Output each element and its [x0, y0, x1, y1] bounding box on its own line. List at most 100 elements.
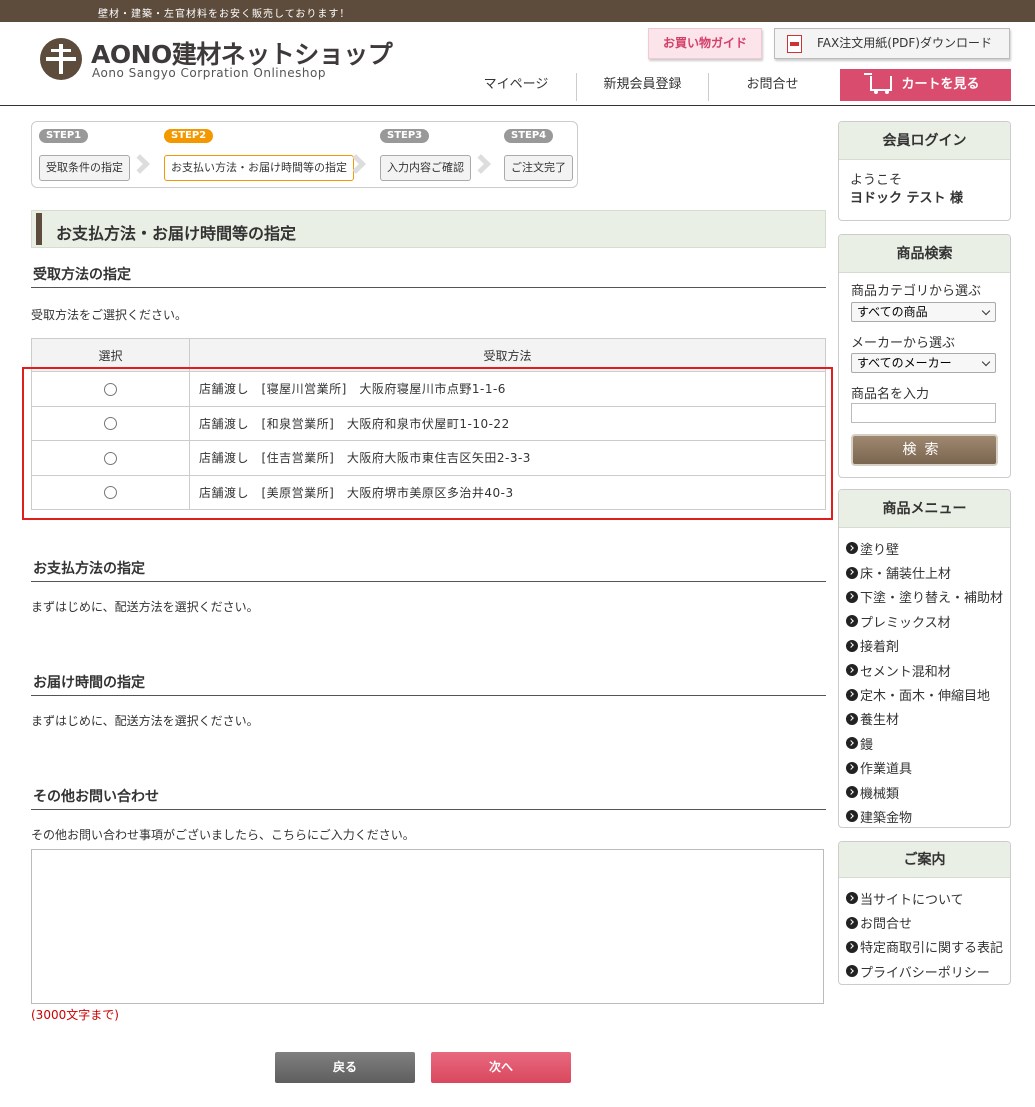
- guide-title: ご案内: [839, 842, 1010, 878]
- menu-item-label: 作業道具: [860, 762, 913, 778]
- menu-item[interactable]: 塗り壁: [846, 536, 1010, 560]
- product-name-label: 商品名を入力: [851, 387, 930, 402]
- menu-item[interactable]: 床・舗装仕上材: [846, 560, 1010, 584]
- chevron-right-icon: [130, 154, 150, 174]
- payment-section-title: お支払方法の指定: [31, 558, 826, 582]
- menu-item-label: プレミックス材: [860, 615, 951, 631]
- arrow-circle-icon: [846, 761, 858, 774]
- chevron-right-icon: [471, 154, 491, 174]
- arrow-circle-icon: [846, 810, 858, 823]
- menu-item-label: セメント混和材: [860, 664, 951, 680]
- menu-item-label: 定木・面木・伸縮目地: [860, 689, 991, 705]
- view-cart-button[interactable]: カートを見る: [840, 69, 1011, 101]
- arrow-circle-icon: [846, 892, 858, 905]
- next-button[interactable]: 次へ: [431, 1052, 571, 1083]
- menu-item[interactable]: プレミックス材: [846, 609, 1010, 633]
- selection-highlight-frame: [22, 367, 833, 520]
- menu-item-label: 鏝: [860, 737, 874, 753]
- product-search-box: 商品検索 商品カテゴリから選ぶ すべての商品 メーカーから選ぶ すべてのメーカー…: [838, 234, 1011, 478]
- step-label-2: お支払い方法・お届け時間等の指定: [164, 155, 354, 181]
- maker-label: メーカーから選ぶ: [851, 336, 956, 351]
- product-menu-box: 商品メニュー 塗り壁 床・舗装仕上材 下塗・塗り替え・補助材 プレミックス材 接…: [838, 489, 1011, 828]
- arrow-circle-icon: [846, 664, 858, 677]
- char-limit-note: (3000文字まで): [31, 1008, 119, 1022]
- menu-item-label: 機械類: [860, 786, 900, 802]
- menu-item[interactable]: 作業道具: [846, 756, 1010, 780]
- category-select-value: すべての商品: [857, 305, 928, 319]
- step-label-3: 入力内容ご確認: [380, 155, 471, 181]
- arrow-circle-icon: [846, 542, 858, 555]
- arrow-circle-icon: [846, 940, 858, 953]
- inquiry-section-title: その他お問い合わせ: [31, 786, 826, 810]
- guide-item[interactable]: 当サイトについて: [846, 886, 1010, 910]
- product-menu-title: 商品メニュー: [839, 490, 1010, 528]
- arrow-circle-icon: [846, 712, 858, 725]
- arrow-circle-icon: [846, 786, 858, 799]
- menu-item-label: 下塗・塗り替え・補助材: [860, 591, 1004, 607]
- delivery-time-section-title: お届け時間の指定: [31, 672, 826, 696]
- menu-item[interactable]: 養生材: [846, 707, 1010, 731]
- menu-item[interactable]: 下塗・塗り替え・補助材: [846, 585, 1010, 609]
- fax-download-button[interactable]: FAX注文用紙(PDF)ダウンロード: [774, 28, 1010, 59]
- guide-item[interactable]: 特定商取引に関する表記: [846, 935, 1010, 959]
- menu-item[interactable]: 鏝: [846, 731, 1010, 755]
- category-select[interactable]: すべての商品: [851, 302, 996, 322]
- inquiry-textarea[interactable]: [31, 849, 824, 1004]
- menu-item[interactable]: 接着剤: [846, 634, 1010, 658]
- user-name: ヨドック テスト 様: [850, 191, 964, 206]
- step-label-1: 受取条件の指定: [39, 155, 130, 181]
- menu-item[interactable]: セメント混和材: [846, 658, 1010, 682]
- search-button[interactable]: 検索: [851, 434, 998, 466]
- cart-icon: [864, 73, 892, 94]
- logo-subtitle: Aono Sangyo Corpration Onlineshop: [92, 66, 326, 80]
- guide-item[interactable]: お問合せ: [846, 910, 1010, 934]
- step-tag-4: STEP4: [504, 129, 554, 143]
- welcome-text: ようこそ: [850, 173, 903, 188]
- receive-section-title: 受取方法の指定: [31, 264, 826, 288]
- tagline: 壁材・建築・左官材料をお安く販売しております！: [98, 9, 351, 20]
- menu-item-label: 養生材: [860, 713, 900, 729]
- step-tag-1: STEP1: [39, 129, 89, 143]
- page-title: お支払方法・お届け時間等の指定: [31, 210, 826, 248]
- top-bar: 壁材・建築・左官材料をお安く販売しております！: [0, 0, 1035, 22]
- payment-section-desc: まずはじめに、配送方法を選択ください。: [31, 600, 259, 614]
- category-label: 商品カテゴリから選ぶ: [851, 284, 982, 299]
- maker-select-value: すべてのメーカー: [857, 356, 952, 370]
- maker-select[interactable]: すべてのメーカー: [851, 353, 996, 373]
- logo-icon[interactable]: [40, 38, 82, 80]
- arrow-circle-icon: [846, 639, 858, 652]
- product-name-input[interactable]: [851, 403, 996, 423]
- nav-register[interactable]: 新規会員登録: [576, 73, 708, 101]
- menu-item[interactable]: 建築金物: [846, 804, 1010, 828]
- page-title-text: お支払方法・お届け時間等の指定: [56, 224, 297, 243]
- guide-item[interactable]: プライバシーポリシー: [846, 959, 1010, 983]
- arrow-circle-icon: [846, 965, 858, 978]
- nav-mypage[interactable]: マイページ: [456, 73, 576, 101]
- inquiry-section-desc: その他お問い合わせ事項がございましたら、こちらにご入力ください。: [31, 828, 415, 842]
- menu-item-label: 接着剤: [860, 640, 900, 656]
- chevron-down-icon: [981, 357, 991, 367]
- chevron-down-icon: [981, 306, 991, 316]
- arrow-circle-icon: [846, 615, 858, 628]
- product-menu-list: 塗り壁 床・舗装仕上材 下塗・塗り替え・補助材 プレミックス材 接着剤 セメント…: [839, 528, 1010, 829]
- guide-item-label: 当サイトについて: [860, 892, 964, 908]
- back-button[interactable]: 戻る: [275, 1052, 415, 1083]
- guide-list: 当サイトについて お問合せ 特定商取引に関する表記 プライバシーポリシー: [839, 878, 1010, 984]
- shopping-guide-button[interactable]: お買い物ガイド: [648, 28, 762, 59]
- arrow-circle-icon: [846, 916, 858, 929]
- step-label-4: ご注文完了: [504, 155, 573, 181]
- menu-item-label: 塗り壁: [860, 542, 900, 558]
- arrow-circle-icon: [846, 688, 858, 701]
- member-login-box: 会員ログイン ようこそ ヨドック テスト 様: [838, 121, 1011, 221]
- pdf-icon: [787, 35, 802, 53]
- step-tag-2: STEP2: [164, 129, 214, 143]
- arrow-circle-icon: [846, 737, 858, 750]
- menu-item[interactable]: 機械類: [846, 780, 1010, 804]
- guide-item-label: 特定商取引に関する表記: [860, 941, 1004, 957]
- arrow-circle-icon: [846, 590, 858, 603]
- product-search-title: 商品検索: [839, 235, 1010, 273]
- guide-item-label: お問合せ: [860, 917, 913, 933]
- nav-contact[interactable]: お問合せ: [708, 73, 836, 101]
- menu-item[interactable]: 定木・面木・伸縮目地: [846, 682, 1010, 706]
- delivery-time-section-desc: まずはじめに、配送方法を選択ください。: [31, 714, 259, 728]
